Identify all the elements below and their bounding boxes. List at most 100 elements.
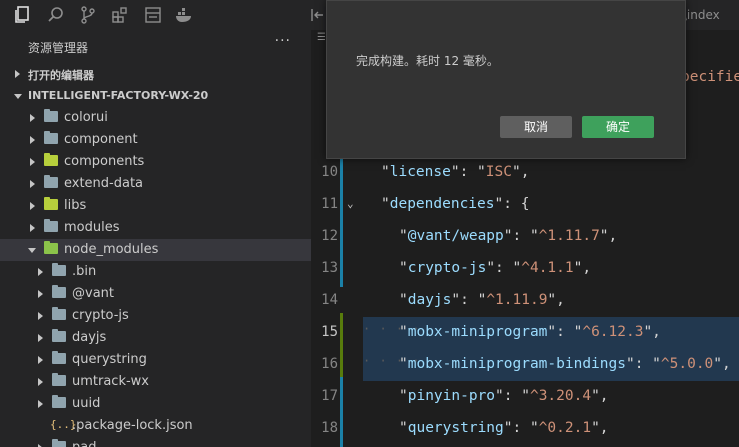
node-folder-icon bbox=[44, 241, 58, 254]
code-text: "querystring": "^0.2.1", bbox=[399, 420, 609, 436]
build-complete-dialog: 完成构建。耗时 12 毫秒。 取消 确定 bbox=[326, 0, 686, 159]
tree-item-uuid[interactable]: uuid bbox=[0, 393, 311, 415]
tree-item-querystring[interactable]: querystring bbox=[0, 349, 311, 371]
code-line-16: 16 · · · · "mobx-miniprogram-bindings": … bbox=[311, 349, 739, 381]
tree-item-label: extend-data bbox=[64, 176, 144, 191]
tree-item-components[interactable]: components bbox=[0, 151, 311, 173]
line-number: 13 bbox=[321, 260, 338, 276]
tree-item-extend-data[interactable]: extend-data bbox=[0, 173, 311, 195]
chevron-right-icon bbox=[30, 114, 35, 122]
section-project[interactable]: INTELLIGENT-FACTORY-WX-20 bbox=[0, 85, 311, 107]
tree-item-label: component bbox=[64, 132, 138, 147]
json-key: license bbox=[389, 164, 451, 180]
source-control-icon[interactable] bbox=[79, 6, 97, 24]
json-key: @vant/weapp bbox=[407, 228, 504, 244]
tree-item-vant[interactable]: @vant bbox=[0, 283, 311, 305]
more-actions-icon[interactable]: ··· bbox=[275, 33, 291, 49]
tree-item-modules[interactable]: modules bbox=[0, 217, 311, 239]
explorer-sidebar: 资源管理器 ··· 打开的编辑器 INTELLIGENT-FACTORY-WX-… bbox=[0, 30, 311, 447]
json-value: ^5.0.0 bbox=[660, 356, 714, 372]
folder-icon bbox=[52, 263, 66, 276]
tree-item-label: uuid bbox=[72, 396, 101, 411]
json-key: dependencies bbox=[389, 196, 495, 212]
code-text: "@vant/weapp": "^1.11.7", bbox=[399, 228, 618, 244]
folder-icon bbox=[52, 285, 66, 298]
tree-item-package-lock[interactable]: {..} .package-lock.json bbox=[0, 415, 311, 437]
chevron-right-icon bbox=[30, 180, 35, 188]
tree-item-colorui[interactable]: colorui bbox=[0, 107, 311, 129]
code-line-11: 11 ⌄ "dependencies": { bbox=[311, 189, 739, 221]
tree-item-label: querystring bbox=[72, 352, 147, 367]
chevron-right-icon bbox=[38, 356, 43, 364]
tree-item-crypto-js[interactable]: crypto-js bbox=[0, 305, 311, 327]
tree-item-label: @vant bbox=[72, 286, 114, 301]
json-value: ^4.1.1 bbox=[521, 260, 574, 276]
tree-item-label: crypto-js bbox=[72, 308, 129, 323]
chevron-right-icon bbox=[30, 158, 35, 166]
json-value: ISC bbox=[485, 164, 512, 180]
code-fragment: pecifie bbox=[681, 69, 739, 85]
chevron-right-icon bbox=[30, 202, 35, 210]
activity-bar bbox=[0, 0, 311, 30]
json-value: ^3.20.4 bbox=[529, 388, 592, 404]
folder-icon bbox=[52, 329, 66, 342]
storage-icon[interactable] bbox=[144, 6, 162, 24]
code-text: "crypto-js": "^4.1.1", bbox=[399, 260, 592, 276]
tree-item-libs[interactable]: libs bbox=[0, 195, 311, 217]
code-line-17: 17 "pinyin-pro": "^3.20.4", bbox=[311, 381, 739, 413]
tree-item-node-modules[interactable]: node_modules bbox=[0, 239, 311, 261]
extensions-icon[interactable] bbox=[111, 6, 129, 24]
tree-item-dayjs[interactable]: dayjs bbox=[0, 327, 311, 349]
fold-chevron-icon[interactable]: ⌄ bbox=[347, 197, 354, 210]
chevron-right-icon bbox=[30, 224, 35, 232]
chevron-right-icon bbox=[15, 70, 20, 78]
chevron-right-icon bbox=[38, 290, 43, 298]
json-key: querystring bbox=[407, 420, 504, 436]
json-value: ^0.2.1 bbox=[538, 420, 592, 436]
line-number: 11 bbox=[321, 196, 338, 212]
folder-icon bbox=[44, 219, 58, 232]
tree-item-label: .bin bbox=[72, 264, 97, 279]
tree-item-pad[interactable]: pad bbox=[0, 437, 311, 447]
lib-folder-icon bbox=[44, 197, 58, 210]
files-icon[interactable] bbox=[14, 6, 32, 24]
json-key: mobx-miniprogram-bindings bbox=[407, 356, 626, 372]
chevron-right-icon bbox=[30, 136, 35, 144]
tree-item-label: modules bbox=[64, 220, 120, 235]
chevron-down-icon bbox=[28, 248, 36, 253]
code-text: "license": "ISC", bbox=[381, 164, 530, 180]
tree-item-umtrack-wx[interactable]: umtrack-wx bbox=[0, 371, 311, 393]
folder-icon bbox=[44, 109, 58, 122]
json-key: pinyin-pro bbox=[407, 388, 496, 404]
code-text: "dayjs": "^1.11.9", bbox=[399, 292, 565, 308]
tree-item-component[interactable]: component bbox=[0, 129, 311, 151]
project-name: INTELLIGENT-FACTORY-WX-20 bbox=[28, 89, 209, 102]
section-open-editors[interactable]: 打开的编辑器 bbox=[0, 63, 311, 85]
tree-item-bin[interactable]: .bin bbox=[0, 261, 311, 283]
docker-icon[interactable] bbox=[175, 6, 193, 24]
chevron-right-icon bbox=[38, 268, 43, 276]
confirm-button[interactable]: 确定 bbox=[582, 116, 654, 138]
line-number: 15 bbox=[321, 324, 338, 340]
search-icon[interactable] bbox=[47, 6, 65, 24]
code-line-12: 12 "@vant/weapp": "^1.11.7", bbox=[311, 221, 739, 253]
section-open-editors-label: 打开的编辑器 bbox=[28, 69, 94, 82]
tree-item-label: components bbox=[64, 154, 145, 169]
tree-item-label: colorui bbox=[64, 110, 108, 125]
chevron-right-icon bbox=[38, 378, 43, 386]
folder-icon bbox=[52, 373, 66, 386]
tree-item-label: .package-lock.json bbox=[72, 418, 193, 433]
tree-item-label: dayjs bbox=[72, 330, 107, 345]
json-key: mobx-miniprogram bbox=[407, 324, 548, 340]
folder-icon bbox=[52, 351, 66, 364]
folder-icon bbox=[44, 131, 58, 144]
code-text: "mobx-miniprogram-bindings": "^5.0.0", bbox=[399, 356, 731, 372]
tree-item-label: umtrack-wx bbox=[72, 374, 150, 389]
cancel-button[interactable]: 取消 bbox=[500, 116, 572, 138]
code-text: "pinyin-pro": "^3.20.4", bbox=[399, 388, 609, 404]
folder-icon bbox=[52, 395, 66, 408]
chevron-down-icon bbox=[14, 94, 22, 99]
code-text: "dependencies": { bbox=[381, 196, 530, 212]
tree-item-label: pad bbox=[72, 440, 96, 447]
folder-icon bbox=[52, 439, 66, 447]
